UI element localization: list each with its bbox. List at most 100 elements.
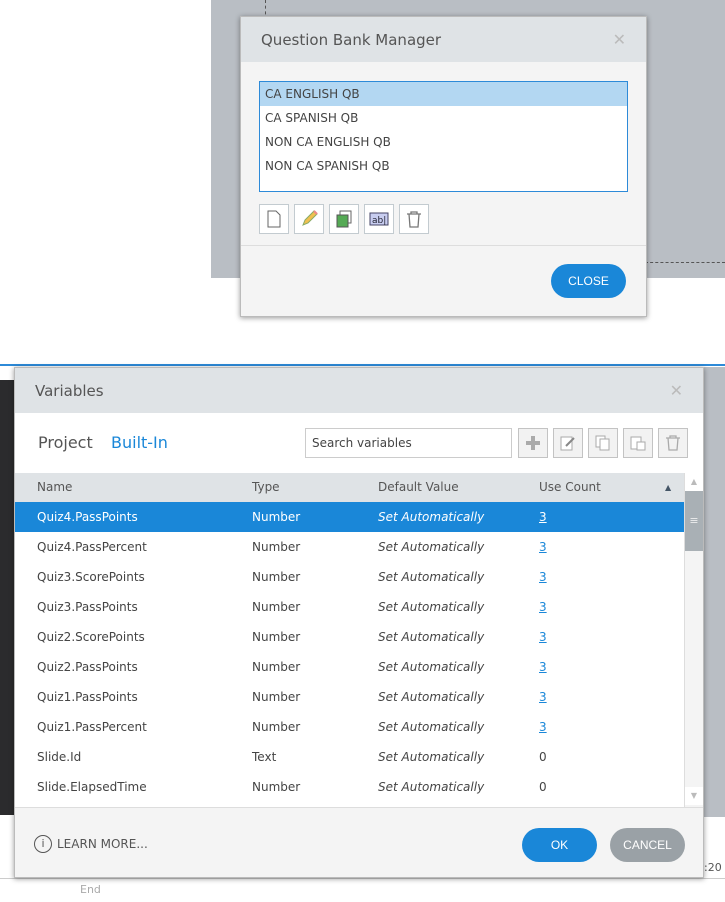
variable-name: Quiz3.ScorePoints bbox=[37, 570, 145, 584]
variable-use-count[interactable]: 3 bbox=[539, 712, 547, 742]
variable-default-value: Set Automatically bbox=[378, 570, 485, 584]
column-use-count[interactable]: Use Count bbox=[539, 473, 601, 502]
trash-icon bbox=[666, 435, 680, 451]
variable-use-count[interactable]: 3 bbox=[539, 592, 547, 622]
close-icon[interactable]: ✕ bbox=[670, 381, 683, 400]
question-bank-dialog: Question Bank Manager ✕ CA ENGLISH QB CA … bbox=[240, 16, 647, 317]
timeline-end-label: End bbox=[80, 883, 101, 896]
scroll-down-arrow[interactable]: ▼ bbox=[685, 787, 703, 805]
table-row[interactable]: Quiz1.PassPoints Number Set Automatically 3 bbox=[15, 682, 684, 712]
add-variable-button[interactable] bbox=[518, 428, 548, 458]
table-row[interactable]: Quiz4.PassPercent Number Set Automatically… bbox=[15, 532, 684, 562]
pencil-icon bbox=[302, 210, 318, 226]
info-icon: i bbox=[34, 835, 52, 853]
duplicate-bank-button[interactable] bbox=[329, 204, 359, 234]
column-default-value[interactable]: Default Value bbox=[378, 473, 459, 502]
scrollbar-thumb[interactable]: ≡ bbox=[685, 491, 703, 551]
table-row[interactable]: Quiz3.PassPoints Number Set Automatically 3 bbox=[15, 592, 684, 622]
column-name[interactable]: Name bbox=[37, 473, 72, 502]
delete-bank-button[interactable] bbox=[399, 204, 429, 234]
copy-icon bbox=[595, 435, 610, 451]
panel-divider bbox=[0, 364, 725, 366]
edit-icon bbox=[560, 436, 575, 451]
variable-use-count: 0 bbox=[539, 750, 547, 764]
new-bank-button[interactable] bbox=[259, 204, 289, 234]
rename-icon: ab| bbox=[369, 212, 389, 226]
column-type[interactable]: Type bbox=[252, 473, 280, 502]
variable-type: Number bbox=[252, 630, 301, 644]
close-icon[interactable]: ✕ bbox=[613, 30, 626, 49]
list-item[interactable]: CA SPANISH QB bbox=[260, 106, 627, 130]
slide-preview bbox=[0, 380, 14, 815]
svg-text:ab|: ab| bbox=[372, 216, 386, 226]
table-row[interactable]: Quiz1.PassPercent Number Set Automatically… bbox=[15, 712, 684, 742]
variable-name: Slide.ElapsedTime bbox=[37, 780, 147, 794]
variable-use-count[interactable]: 3 bbox=[539, 562, 547, 592]
variables-dialog: Variables ✕ Project Built-In Search varia… bbox=[14, 367, 704, 878]
variable-use-count[interactable]: 3 bbox=[539, 532, 547, 562]
close-button[interactable]: CLOSE bbox=[551, 264, 626, 298]
variable-use-count[interactable]: 3 bbox=[539, 502, 547, 532]
duplicate-icon bbox=[336, 210, 352, 228]
learn-more-link[interactable]: LEARN MORE... bbox=[57, 837, 148, 851]
plus-icon bbox=[526, 436, 540, 450]
question-bank-list[interactable]: CA ENGLISH QB CA SPANISH QB NON CA ENGLI… bbox=[259, 81, 628, 192]
variable-name: Quiz2.ScorePoints bbox=[37, 630, 145, 644]
divider bbox=[241, 245, 646, 246]
edit-bank-button[interactable] bbox=[294, 204, 324, 234]
variable-type: Number bbox=[252, 720, 301, 734]
variable-use-count[interactable]: 3 bbox=[539, 652, 547, 682]
variable-type: Number bbox=[252, 690, 301, 704]
variable-type: Text bbox=[252, 750, 277, 764]
variable-name: Quiz4.PassPercent bbox=[37, 540, 147, 554]
variable-type: Number bbox=[252, 570, 301, 584]
variable-type: Number bbox=[252, 510, 301, 524]
scroll-up-arrow[interactable]: ▲ bbox=[685, 473, 703, 491]
variable-default-value: Set Automatically bbox=[378, 780, 485, 794]
ok-button[interactable]: OK bbox=[522, 828, 597, 862]
delete-variable-button[interactable] bbox=[658, 428, 688, 458]
list-item[interactable]: CA ENGLISH QB bbox=[260, 82, 627, 106]
rename-bank-button[interactable]: ab| bbox=[364, 204, 394, 234]
stage-background bbox=[703, 367, 725, 817]
variable-type: Number bbox=[252, 600, 301, 614]
list-item[interactable]: NON CA ENGLISH QB bbox=[260, 130, 627, 154]
paste-variable-button[interactable] bbox=[623, 428, 653, 458]
variable-use-count: 0 bbox=[539, 780, 547, 794]
timeline: End :20 bbox=[0, 861, 725, 902]
copy-variable-button[interactable] bbox=[588, 428, 618, 458]
edit-variable-button[interactable] bbox=[553, 428, 583, 458]
dialog-title: Variables bbox=[35, 381, 104, 400]
scrollbar[interactable]: ▲ ≡ ▼ bbox=[684, 473, 703, 807]
variable-name: Quiz1.PassPoints bbox=[37, 690, 138, 704]
variable-default-value: Set Automatically bbox=[378, 660, 485, 674]
variable-type: Number bbox=[252, 540, 301, 554]
table-row[interactable]: Quiz2.ScorePoints Number Set Automatically… bbox=[15, 622, 684, 652]
table-row[interactable]: Quiz2.PassPoints Number Set Automatically 3 bbox=[15, 652, 684, 682]
variable-default-value: Set Automatically bbox=[378, 510, 485, 524]
variable-use-count[interactable]: 3 bbox=[539, 622, 547, 652]
tab-built-in[interactable]: Built-In bbox=[111, 433, 168, 452]
table-header: Name Type Default Value Use Count ▲ bbox=[15, 473, 684, 502]
trash-icon bbox=[407, 211, 421, 228]
variable-use-count[interactable]: 3 bbox=[539, 682, 547, 712]
tab-project[interactable]: Project bbox=[38, 433, 93, 452]
variable-default-value: Set Automatically bbox=[378, 720, 485, 734]
table-row[interactable]: Slide.Id Text Set Automatically 0 bbox=[15, 742, 684, 772]
variable-name: Quiz2.PassPoints bbox=[37, 660, 138, 674]
variable-default-value: Set Automatically bbox=[378, 630, 485, 644]
new-file-icon bbox=[267, 210, 281, 228]
list-item[interactable]: NON CA SPANISH QB bbox=[260, 154, 627, 178]
table-row[interactable]: Slide.ElapsedTime Number Set Automatically… bbox=[15, 772, 684, 802]
cancel-button[interactable]: CANCEL bbox=[610, 828, 685, 862]
sort-ascending-icon: ▲ bbox=[665, 483, 672, 492]
search-input[interactable]: Search variables bbox=[305, 428, 512, 458]
table-row[interactable]: Quiz4.PassPoints Number Set Automatically 3 bbox=[15, 502, 684, 532]
variable-default-value: Set Automatically bbox=[378, 540, 485, 554]
dialog-title: Question Bank Manager bbox=[261, 30, 442, 49]
variable-name: Slide.Id bbox=[37, 750, 82, 764]
table-row[interactable]: Quiz3.ScorePoints Number Set Automatically… bbox=[15, 562, 684, 592]
variable-default-value: Set Automatically bbox=[378, 690, 485, 704]
timeline-time: :20 bbox=[704, 861, 722, 874]
variable-default-value: Set Automatically bbox=[378, 600, 485, 614]
